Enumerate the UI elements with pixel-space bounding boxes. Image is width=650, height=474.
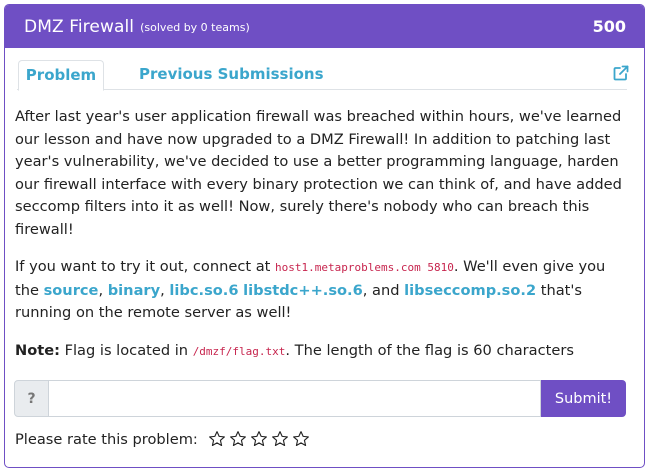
binary-link[interactable]: binary: [108, 282, 160, 299]
flag-input[interactable]: [49, 380, 541, 417]
flag-path: /dmzf/flag.txt: [192, 344, 286, 358]
flag-submit-form: ? Submit!: [14, 380, 626, 417]
note-length-text: . The length of the flag is 60 character…: [285, 341, 574, 359]
host-address: host1.metaproblems.com 5810: [275, 261, 454, 274]
libc-link[interactable]: libc.so.6: [169, 282, 238, 299]
tab-problem[interactable]: Problem: [18, 60, 104, 91]
problem-title: DMZ Firewall: [24, 16, 135, 37]
libstdc-link[interactable]: libstdc++.so.6: [243, 282, 363, 299]
rating-label: Please rate this problem:: [15, 430, 198, 448]
tab-previous-submissions[interactable]: Previous Submissions: [139, 60, 324, 90]
rating-row: Please rate this problem:: [15, 430, 310, 448]
question-icon: ?: [14, 380, 49, 417]
star-outline-icon[interactable]: [292, 430, 310, 448]
problem-tabs: Problem Previous Submissions: [17, 60, 629, 91]
star-outline-icon[interactable]: [250, 430, 268, 448]
separator: , and: [362, 281, 405, 299]
star-outline-icon[interactable]: [208, 430, 226, 448]
rating-stars: [208, 430, 310, 448]
problem-points: 500: [592, 17, 626, 36]
libseccomp-link[interactable]: libseccomp.so.2: [404, 282, 536, 299]
problem-description: After last year's user application firew…: [15, 106, 629, 378]
solved-count: (solved by 0 teams): [140, 21, 250, 34]
description-paragraph-2: If you want to try it out, connect at ho…: [15, 256, 629, 325]
description-paragraph-1: After last year's user application firew…: [15, 108, 622, 238]
connect-text: If you want to try it out, connect at: [15, 258, 276, 275]
star-outline-icon[interactable]: [271, 430, 289, 448]
submit-button[interactable]: Submit!: [541, 380, 626, 417]
star-outline-icon[interactable]: [229, 430, 247, 448]
source-link[interactable]: source: [44, 282, 99, 299]
note-label: Note:: [15, 341, 60, 359]
separator: ,: [98, 281, 108, 299]
external-link-icon[interactable]: [613, 65, 629, 81]
note-text: Flag is located in: [59, 341, 193, 359]
description-note: Note: Flag is located in /dmzf/flag.txt.…: [15, 340, 629, 364]
card-header: DMZ Firewall (solved by 0 teams) 500: [5, 5, 644, 48]
